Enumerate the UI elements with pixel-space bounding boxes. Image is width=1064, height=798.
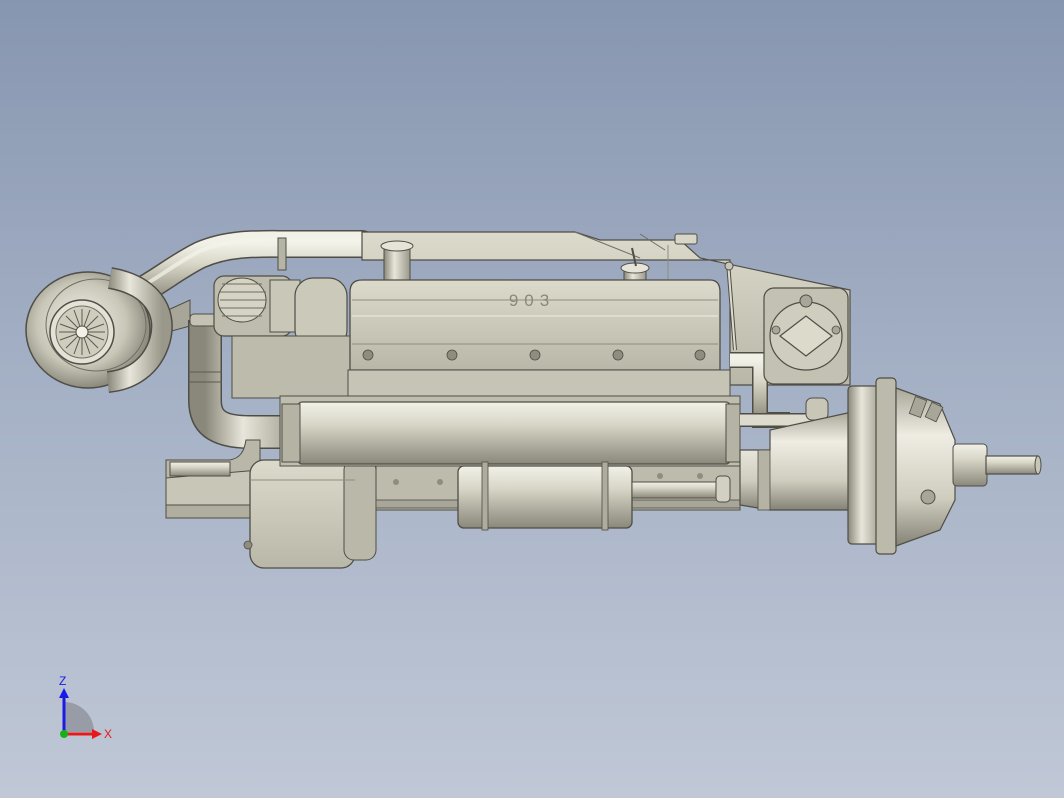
engine-model[interactable]: 903 bbox=[0, 0, 1064, 798]
turbocharger[interactable] bbox=[25, 267, 173, 393]
y-axis-dot bbox=[60, 730, 68, 738]
output-shaft[interactable] bbox=[985, 455, 1042, 475]
z-axis-label: Z bbox=[59, 674, 66, 688]
cover-marking: 903 bbox=[509, 291, 555, 310]
coordinate-triad: Z X bbox=[59, 674, 112, 741]
cad-viewport[interactable]: 903 Z X bbox=[0, 0, 1064, 798]
intake-manifold bbox=[281, 401, 741, 465]
x-axis-label: X bbox=[104, 727, 112, 741]
gearbox[interactable] bbox=[847, 377, 988, 555]
alternator[interactable] bbox=[213, 275, 301, 337]
rear-pump-cover[interactable] bbox=[763, 287, 849, 385]
flywheel-housing bbox=[243, 459, 377, 569]
